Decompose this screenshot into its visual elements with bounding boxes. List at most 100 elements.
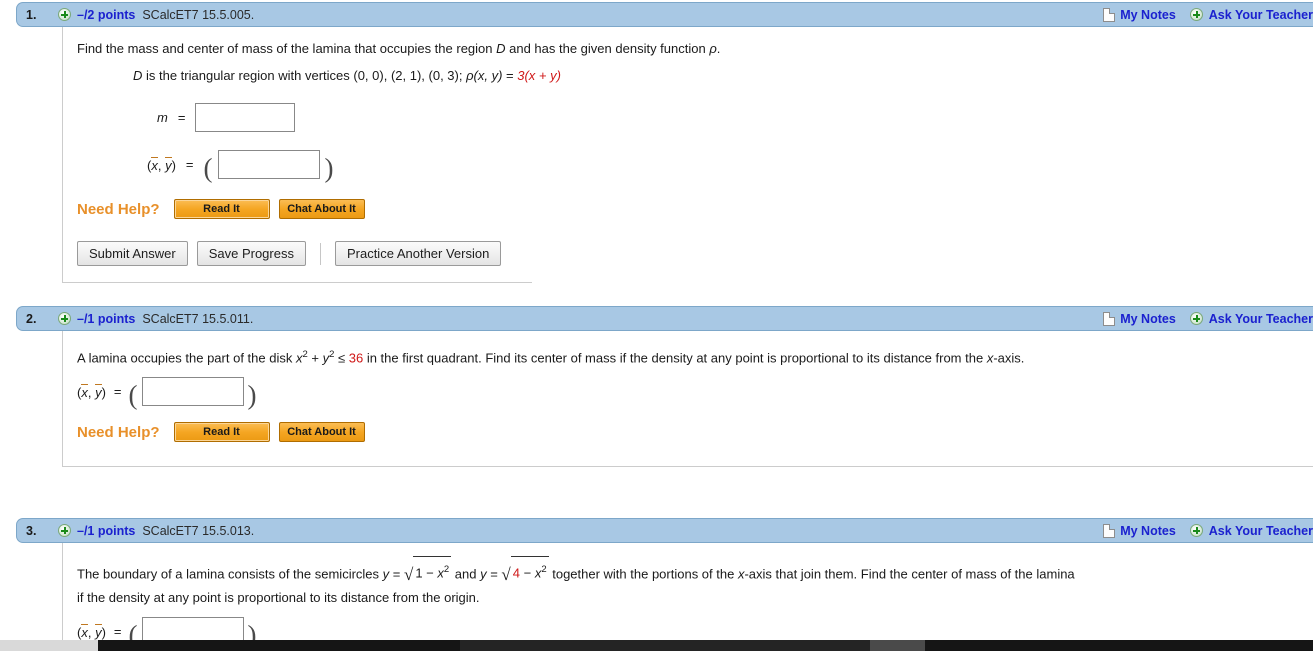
chat-about-it-button-2[interactable]: Chat About It bbox=[278, 422, 365, 443]
radical-sign-icon: √ bbox=[403, 565, 414, 585]
rad1-text: 1 − bbox=[415, 565, 438, 581]
sqrt-expression-2: √ 4 − x2 bbox=[501, 556, 549, 586]
prompt-2-text-b: in the first quadrant. Find its center o… bbox=[363, 350, 987, 366]
prompt-2-text-a: A lamina occupies the part of the disk bbox=[77, 350, 296, 366]
semicircle-and: and bbox=[451, 566, 481, 582]
centroid-label-2: (x, y) bbox=[77, 383, 106, 400]
ask-your-teacher-link[interactable]: Ask Your Teacher bbox=[1209, 312, 1313, 326]
practice-another-version-button[interactable]: Practice Another Version bbox=[334, 241, 502, 266]
centroid-answer-row-2: (x, y) = ( ) bbox=[63, 367, 1313, 408]
rad2-exp: 2 bbox=[541, 564, 547, 575]
centroid-equals-1: = bbox=[185, 157, 194, 172]
need-help-label-1: Need Help? bbox=[77, 200, 160, 218]
question-prompt-2: A lamina occupies the part of the disk x… bbox=[63, 331, 1313, 367]
mass-equals: = bbox=[177, 110, 186, 125]
horizontal-scrollbar[interactable] bbox=[0, 640, 1313, 651]
question-body-2: A lamina occupies the part of the disk x… bbox=[62, 331, 1313, 467]
exercise-page: 1. –/2 points SCalcET7 15.5.005. My Note… bbox=[0, 0, 1313, 651]
mass-answer-row: m = bbox=[63, 85, 1313, 132]
centroid-label-1: (x, y) bbox=[147, 156, 176, 173]
ask-your-teacher-link[interactable]: Ask Your Teacher bbox=[1209, 8, 1313, 22]
region-symbol: D bbox=[496, 41, 506, 56]
my-notes-link[interactable]: My Notes bbox=[1120, 8, 1176, 22]
question-detail-1: D is the triangular region with vertices… bbox=[63, 58, 1313, 85]
question-header-3: 3. –/1 points SCalcET7 15.5.013. My Note… bbox=[16, 518, 1313, 543]
read-it-button-1[interactable]: Read It bbox=[173, 199, 270, 219]
my-notes-link[interactable]: My Notes bbox=[1120, 312, 1176, 326]
question-code-3: SCalcET7 15.5.013. bbox=[142, 523, 255, 538]
centroid-equals-2: = bbox=[113, 384, 122, 400]
ask-your-teacher-link[interactable]: Ask Your Teacher bbox=[1209, 524, 1313, 538]
mass-input[interactable] bbox=[195, 103, 296, 132]
green-plus-icon[interactable] bbox=[1189, 312, 1203, 325]
my-notes-link[interactable]: My Notes bbox=[1120, 524, 1176, 538]
read-it-button-2[interactable]: Read It bbox=[173, 422, 270, 443]
question-number-2: 2. bbox=[26, 311, 37, 326]
question-code-2: SCalcET7 15.5.011. bbox=[142, 311, 254, 326]
disk-le: ≤ bbox=[334, 350, 349, 366]
question-prompt-1: Find the mass and center of mass of the … bbox=[63, 27, 1313, 58]
centroid-label-3: (x, y) bbox=[77, 623, 106, 640]
need-help-label-2: Need Help? bbox=[77, 423, 160, 441]
rad2-value: 4 bbox=[512, 565, 520, 581]
note-page-icon[interactable] bbox=[1103, 523, 1116, 538]
question-header-2: 2. –/1 points SCalcET7 15.5.011. My Note… bbox=[16, 306, 1313, 331]
question-points-1: –/2 points bbox=[77, 7, 136, 22]
need-help-row-1: Need Help? Read It Chat About It bbox=[63, 179, 1313, 219]
radical-sign-icon: √ bbox=[501, 565, 511, 585]
question-number-3: 3. bbox=[26, 523, 37, 538]
question-code-1: SCalcET7 15.5.005. bbox=[142, 7, 255, 22]
action-bar-1: Submit Answer Save Progress Practice Ano… bbox=[63, 219, 1313, 266]
prompt-3-text-c: -axis that join them. Find the center of… bbox=[744, 566, 1075, 582]
submit-answer-button[interactable]: Submit Answer bbox=[77, 241, 188, 266]
detail-text: is the triangular region with vertices (… bbox=[142, 68, 467, 83]
green-plus-icon[interactable] bbox=[58, 8, 71, 21]
question-1-bottom-pad bbox=[63, 266, 1313, 282]
green-plus-icon[interactable] bbox=[58, 524, 71, 537]
need-help-row-2: Need Help? Read It Chat About It bbox=[63, 406, 1313, 443]
question-prompt-3-line2: if the density at any point is proportio… bbox=[77, 590, 480, 606]
question-1-bottom-rule bbox=[62, 282, 532, 283]
mass-label: m bbox=[157, 110, 168, 125]
scrollbar-track-segment bbox=[460, 640, 870, 651]
note-page-icon[interactable] bbox=[1103, 7, 1116, 22]
question-block-2: 2. –/1 points SCalcET7 15.5.011. My Note… bbox=[16, 306, 1313, 468]
question-2-bottom-rule bbox=[62, 466, 1313, 468]
centroid-answer-row-1: (x, y) = ( ) bbox=[63, 132, 1313, 181]
action-divider bbox=[319, 242, 321, 265]
scrollbar-thumb[interactable] bbox=[0, 640, 98, 651]
question-header-links-2: My Notes Ask Your Teacher bbox=[1103, 307, 1313, 330]
question-header-1: 1. –/2 points SCalcET7 15.5.005. My Note… bbox=[16, 2, 1313, 27]
detail-equals: = bbox=[502, 68, 518, 83]
question-2-bottom-pad bbox=[63, 442, 1313, 466]
detail-region-symbol: D bbox=[133, 68, 143, 83]
prompt-2-text-c: -axis. bbox=[993, 350, 1025, 366]
green-plus-icon[interactable] bbox=[1189, 524, 1203, 537]
question-header-links-1: My Notes Ask Your Teacher bbox=[1103, 3, 1313, 26]
question-prompt-3: The boundary of a lamina consists of the… bbox=[63, 543, 1313, 586]
question-block-1: 1. –/2 points SCalcET7 15.5.005. My Note… bbox=[16, 2, 1313, 283]
centroid-input-1[interactable] bbox=[217, 150, 320, 179]
rad1-exp: 2 bbox=[443, 564, 450, 575]
density-expression: 3(x + y) bbox=[517, 68, 561, 83]
note-page-icon[interactable] bbox=[1103, 311, 1116, 326]
question-body-1: Find the mass and center of mass of the … bbox=[62, 27, 1313, 282]
centroid-input-2[interactable] bbox=[141, 377, 244, 407]
semicircle-eq2: = bbox=[486, 566, 502, 582]
question-header-links-3: My Notes Ask Your Teacher bbox=[1103, 519, 1313, 542]
question-points-3: –/1 points bbox=[77, 523, 136, 538]
question-block-3: 3. –/1 points SCalcET7 15.5.013. My Note… bbox=[16, 518, 1313, 651]
prompt-3-text-a: The boundary of a lamina consists of the… bbox=[77, 566, 383, 582]
prompt-text-a: Find the mass and center of mass of the … bbox=[77, 41, 497, 56]
prompt-text-c: . bbox=[716, 41, 721, 56]
chat-about-it-button-1[interactable]: Chat About It bbox=[278, 199, 365, 219]
question-number-1: 1. bbox=[26, 7, 37, 22]
sqrt-expression-1: √ 1 − x2 bbox=[403, 556, 452, 586]
rad2-minus: − bbox=[519, 565, 535, 581]
prompt-text-b: and has the given density function bbox=[505, 41, 710, 56]
disk-plus: + bbox=[307, 350, 323, 366]
green-plus-icon[interactable] bbox=[58, 312, 71, 325]
save-progress-button[interactable]: Save Progress bbox=[196, 241, 306, 266]
green-plus-icon[interactable] bbox=[1189, 8, 1203, 21]
rho-symbol: ρ bbox=[709, 41, 717, 56]
